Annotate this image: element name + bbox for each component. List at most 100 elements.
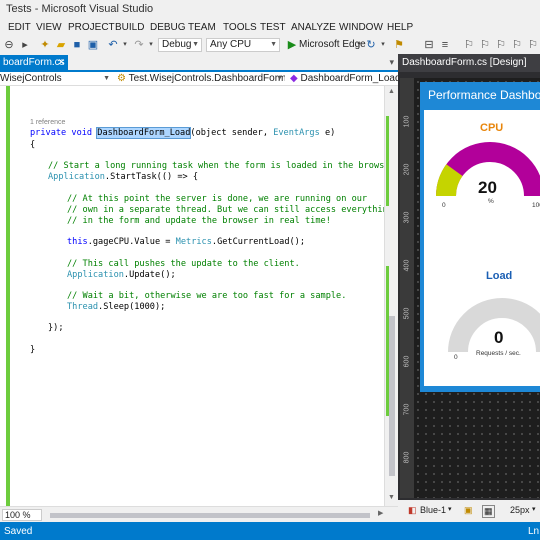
code-line: { (30, 140, 36, 150)
toolbar: ⊖ ▸ ✦ ▰ ■ ▣ ↶ ▾ ↷ ▾ Debug ▼ Any CPU ▼ ▶ … (0, 36, 540, 54)
publish-icon[interactable]: ⚑ (392, 38, 406, 52)
menu-team[interactable]: TEAM (188, 22, 216, 33)
scroll-down-icon[interactable]: ▼ (388, 494, 395, 501)
chevron-down-icon: ▼ (192, 41, 199, 48)
bookmark-next-icon[interactable]: ⚐ (494, 38, 508, 52)
menu-build[interactable]: BUILD (115, 22, 144, 33)
close-icon[interactable]: ✕ (57, 55, 65, 70)
type-name: EventArgs (273, 128, 320, 138)
chevron-down-icon[interactable]: ▾ (448, 505, 452, 513)
palette-icon[interactable]: ▣ (464, 505, 473, 516)
tab-dashboardform-cs[interactable]: boardForm.cs ✕ (0, 55, 68, 71)
scroll-right-icon[interactable]: ▶ (378, 509, 383, 517)
menu-edit[interactable]: EDIT (8, 22, 31, 33)
nav-forward-icon[interactable]: ⊖ (2, 38, 16, 52)
ruler-tick: 200 (403, 163, 411, 176)
code-comment: // Wait a bit, otherwise we are too fast… (67, 291, 347, 301)
theme-icon[interactable]: ◧ (408, 505, 417, 516)
menu-project[interactable]: PROJECT (68, 22, 115, 33)
args-end: e) (319, 128, 336, 138)
designer-toolbar: ◧ Blue-1 ▾ ▣ ▦ 25px ▾ (398, 500, 540, 522)
menu-analyze[interactable]: ANALYZE (291, 22, 336, 33)
scroll-up-icon[interactable]: ▲ (388, 88, 395, 95)
code-line: }); (48, 323, 64, 333)
menu-test[interactable]: TEST (260, 22, 286, 33)
save-icon[interactable]: ■ (70, 38, 84, 52)
platform-value: Any CPU (210, 39, 252, 50)
undo-dropdown-icon[interactable]: ▾ (118, 38, 132, 52)
code-comment: // in the form and update the browser in… (67, 216, 331, 226)
codelens-references[interactable]: 1 reference (30, 119, 65, 126)
bookmark-icon[interactable]: ⚐ (462, 38, 476, 52)
horizontal-scroll-thumb[interactable] (50, 513, 370, 518)
load-gauge-title: Load (486, 270, 513, 282)
status-text: Saved (4, 526, 33, 537)
form-title: Performance Dashboard (428, 88, 540, 102)
editor-bottom-bar: 100 % ▶ (0, 506, 398, 522)
align-icon[interactable]: ⊟ (422, 38, 436, 52)
window-title: Tests - Microsoft Visual Studio (6, 3, 154, 15)
ruler-tick: 800 (403, 451, 411, 464)
menu-debug[interactable]: DEBUG (150, 22, 186, 33)
tab-overflow-icon[interactable]: ▾ (389, 57, 394, 68)
type-name: Metrics (175, 237, 212, 247)
bookmark-prev-icon[interactable]: ⚐ (478, 38, 492, 52)
save-all-icon[interactable]: ▣ (86, 38, 100, 52)
grid-size-select[interactable]: 25px (510, 505, 530, 515)
design-tab-label: DashboardForm.cs [Design] (402, 57, 527, 68)
theme-select[interactable]: Blue-1 (420, 505, 446, 515)
menu-help[interactable]: HELP (387, 22, 413, 33)
bookmark-clear-icon[interactable]: ⚐ (510, 38, 524, 52)
tab-dashboardform-design[interactable]: DashboardForm.cs [Design] (398, 54, 540, 72)
vertical-scrollbar[interactable]: ▲ ▼ (384, 86, 398, 506)
designer-panel: DashboardForm.cs [Design] 100 200 300 40… (398, 54, 540, 522)
redo-dropdown-icon[interactable]: ▾ (144, 38, 158, 52)
load-gauge-min: 0 (454, 354, 458, 361)
open-folder-icon[interactable]: ▰ (54, 38, 68, 52)
cpu-gauge-fill (436, 164, 463, 197)
ruler-tick: 600 (403, 355, 411, 368)
change-marker (386, 116, 389, 206)
menu-bar: EDIT VIEW PROJECT BUILD DEBUG TEAM TOOLS… (0, 18, 540, 36)
load-gauge-unit: Requests / sec. (476, 350, 521, 357)
project-dropdown[interactable]: WisejControls ▼ (0, 73, 112, 85)
method-icon: ◆ (290, 73, 301, 84)
code-line-update: Application.Update(); (67, 270, 176, 280)
status-bar: Saved Ln (0, 522, 540, 540)
load-gauge-value: 0 (494, 328, 504, 347)
grid-toggle-icon[interactable]: ▦ (482, 505, 495, 518)
code-comment: // own in a separate thread. But we can … (67, 205, 384, 215)
nav-arrow-icon[interactable]: ▸ (18, 38, 32, 52)
ruler-tick: 500 (403, 307, 411, 320)
chevron-down-icon[interactable]: ▾ (532, 505, 536, 513)
configuration-select[interactable]: Debug ▼ (158, 38, 202, 52)
code-comment: // Start a long running task when the fo… (48, 161, 384, 171)
more-icon[interactable]: ⚐ (526, 38, 540, 52)
ruler-tick: 400 (403, 259, 411, 272)
change-margin (6, 86, 10, 506)
zoom-select[interactable]: 100 % (2, 509, 42, 521)
dashboard-form[interactable]: Performance Dashboard CPU 20 % 0 100 Loa… (420, 82, 540, 392)
menu-view[interactable]: VIEW (36, 22, 62, 33)
selected-identifier: DashboardForm_Load (96, 127, 192, 139)
refresh-dropdown-icon[interactable]: ▾ (376, 38, 390, 52)
platform-select[interactable]: Any CPU ▼ (206, 38, 280, 52)
type-name: Application (67, 270, 124, 280)
navigation-bar: WisejControls ▼ ⚙ Test.WisejControls.Das… (0, 72, 398, 86)
cpu-gauge-max: 100 (532, 202, 540, 209)
member-dropdown[interactable]: ◆ DashboardForm_Load(object sender, Even… (290, 73, 398, 85)
scroll-thumb[interactable] (389, 316, 395, 476)
chevron-down-icon: ▼ (103, 75, 110, 82)
code-line: } (30, 345, 36, 355)
code-editor[interactable]: 1 reference private void DashboardForm_L… (0, 86, 384, 506)
ruler-tick: 100 (403, 115, 411, 128)
load-gauge[interactable] (446, 294, 540, 354)
start-debug-icon[interactable]: ▶ (285, 38, 299, 52)
chevron-down-icon: ▼ (270, 41, 277, 48)
ruler-tick: 700 (403, 403, 411, 416)
class-dropdown[interactable]: ⚙ Test.WisejControls.DashboardForm ▼ (117, 73, 285, 85)
menu-window[interactable]: WINDOW (339, 22, 383, 33)
format-icon[interactable]: ≡ (438, 38, 452, 52)
new-project-icon[interactable]: ✦ (38, 38, 52, 52)
menu-tools[interactable]: TOOLS (223, 22, 257, 33)
